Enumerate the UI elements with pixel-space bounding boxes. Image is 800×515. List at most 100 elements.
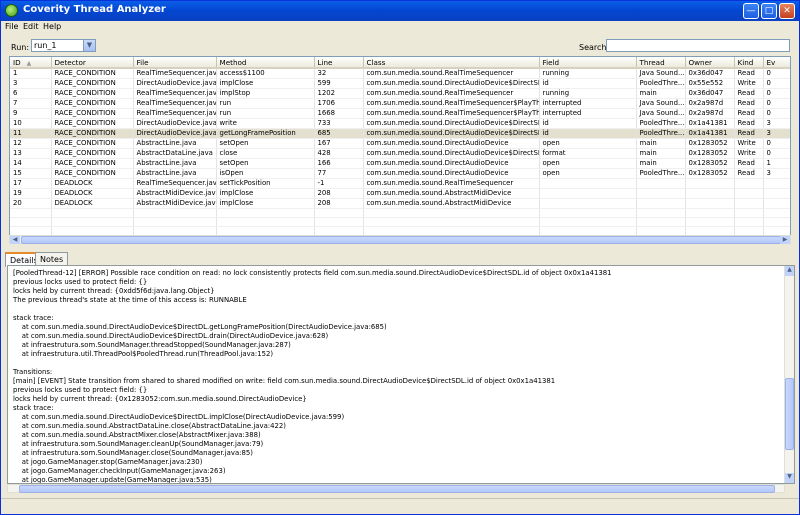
- table-row[interactable]: 12 RACE_CONDITION AbstractLine.java setOpen…: [10, 138, 790, 149]
- column-header[interactable]: Method: [216, 57, 315, 69]
- table-row[interactable]: 13 RACE_CONDITION AbstractDataLine.java clo…: [10, 148, 790, 159]
- empty-row: [10, 208, 790, 218]
- sort-ascending-icon[interactable]: ▲: [27, 60, 32, 67]
- column-header-label: Class: [366, 57, 386, 67]
- table-row[interactable]: 19 DEADLOCK AbstractMidiDevice.java implClo…: [10, 188, 790, 199]
- details-line: locks held by current thread: {0xdd5f6d:…: [13, 287, 215, 295]
- table-cell: [636, 178, 686, 189]
- table-row[interactable]: 1 RACE_CONDITION RealTimeSequencer.java acc…: [10, 68, 790, 79]
- table-cell: 3: [10, 78, 52, 89]
- table-row[interactable]: 9 RACE_CONDITION RealTimeSequencer.java run…: [10, 108, 790, 119]
- column-header-label: Kind: [737, 57, 754, 67]
- table-horizontal-scrollbar[interactable]: ◀ ▶: [9, 235, 791, 244]
- table-cell: open: [539, 158, 637, 169]
- table-cell: 0x1283052: [685, 158, 735, 169]
- details-line: [13, 359, 778, 368]
- table-cell: 0x55e552: [685, 78, 735, 89]
- table-row[interactable]: 10 RACE_CONDITION DirectAudioDevice.java wr…: [10, 118, 790, 129]
- table-cell: [636, 198, 686, 209]
- table-cell: implClose: [216, 188, 315, 199]
- table-cell: RealTimeSequencer.java: [133, 178, 217, 189]
- column-header[interactable]: Owner: [685, 57, 735, 69]
- details-line: The previous thread's state at the time …: [13, 296, 247, 304]
- table-cell: 208: [314, 188, 364, 199]
- table-cell: RealTimeSequencer.java: [133, 98, 217, 109]
- table-row[interactable]: 14 RACE_CONDITION AbstractLine.java setOpen…: [10, 158, 790, 169]
- table-cell: id: [539, 118, 637, 129]
- title-bar[interactable]: Coverity Thread Analyzer — □ ✕: [1, 1, 799, 21]
- table-cell: com.sun.media.sound.DirectAudioDevice$Di…: [363, 78, 540, 89]
- scroll-thumb[interactable]: [21, 236, 781, 244]
- table-cell: 167: [314, 138, 364, 149]
- scroll-thumb[interactable]: [785, 378, 794, 450]
- split-divider[interactable]: [1, 246, 799, 250]
- run-label: Run:: [11, 43, 30, 52]
- table-cell: RACE_CONDITION: [51, 98, 134, 109]
- details-text: [PooledThread-12] [ERROR] Possible race …: [13, 269, 778, 483]
- menu-help[interactable]: Help: [43, 22, 61, 31]
- table-cell: interrupted: [539, 108, 637, 119]
- close-button[interactable]: ✕: [779, 3, 795, 19]
- table-row[interactable]: 3 RACE_CONDITION DirectAudioDevice.java imp…: [10, 78, 790, 89]
- details-horizontal-scrollbar[interactable]: [7, 484, 785, 493]
- table-row[interactable]: 17 DEADLOCK RealTimeSequencer.java setTickP…: [10, 178, 790, 189]
- table-cell: 3: [763, 118, 790, 129]
- column-header[interactable]: Ev: [763, 57, 790, 69]
- scroll-right-icon[interactable]: ▶: [780, 236, 790, 244]
- table-cell: [539, 188, 637, 199]
- details-line: at com.sun.media.sound.DirectAudioDevice…: [13, 332, 329, 340]
- column-header[interactable]: ID ▲: [10, 57, 52, 69]
- column-header[interactable]: Kind: [734, 57, 764, 69]
- table-cell: RealTimeSequencer.java: [133, 108, 217, 119]
- scroll-thumb[interactable]: [19, 485, 775, 493]
- table-row[interactable]: 20 DEADLOCK AbstractMidiDevice.java implClo…: [10, 198, 790, 209]
- table-cell: 0x36d047: [685, 68, 735, 79]
- table-cell: Read: [734, 128, 764, 139]
- details-vertical-scrollbar[interactable]: ▲ ▼: [784, 266, 794, 483]
- table-cell: 77: [314, 168, 364, 179]
- table-cell: format: [539, 148, 637, 159]
- table-header: ID ▲ Detector File Method Line Class Field Threa…: [10, 57, 790, 69]
- tab-notes[interactable]: Notes: [35, 252, 69, 266]
- app-window: Coverity Thread Analyzer — □ ✕ File Edit…: [0, 0, 800, 515]
- details-line: locks held by current thread: {0x1283052…: [13, 395, 307, 403]
- menu-file[interactable]: File: [5, 22, 18, 31]
- scroll-left-icon[interactable]: ◀: [10, 236, 20, 244]
- minimize-button[interactable]: —: [743, 3, 759, 19]
- column-header[interactable]: Field: [539, 57, 637, 69]
- table-cell: [763, 188, 790, 199]
- table-cell: RealTimeSequencer.java: [133, 88, 217, 99]
- column-header[interactable]: Class: [363, 57, 540, 69]
- table-row[interactable]: 6 RACE_CONDITION RealTimeSequencer.java imp…: [10, 88, 790, 99]
- chevron-down-icon[interactable]: ▼: [83, 40, 95, 51]
- table-cell: AbstractMidiDevice.java: [133, 198, 217, 209]
- column-header-label: Method: [219, 57, 247, 67]
- column-header[interactable]: Thread: [636, 57, 686, 69]
- column-header-label: File: [136, 57, 149, 67]
- table-cell: DEADLOCK: [51, 178, 134, 189]
- table-cell: com.sun.media.sound.RealTimeSequencer$Pl…: [363, 108, 540, 119]
- search-input[interactable]: [606, 39, 790, 52]
- scroll-down-icon[interactable]: ▼: [785, 473, 794, 483]
- table-cell: implClose: [216, 198, 315, 209]
- table-cell: PooledThre...: [636, 128, 686, 139]
- column-header[interactable]: Detector: [51, 57, 134, 69]
- table-cell: 7: [10, 98, 52, 109]
- scroll-up-icon[interactable]: ▲: [785, 266, 794, 276]
- menu-edit[interactable]: Edit: [23, 22, 39, 31]
- table-cell: 14: [10, 158, 52, 169]
- table-row[interactable]: 7 RACE_CONDITION RealTimeSequencer.java run…: [10, 98, 790, 109]
- table-cell: run: [216, 108, 315, 119]
- table-cell: Write: [734, 138, 764, 149]
- table-cell: 11: [10, 128, 52, 139]
- table-row[interactable]: 11 RACE_CONDITION DirectAudioDevice.java ge…: [10, 128, 790, 139]
- run-dropdown[interactable]: run_1 ▼: [31, 39, 96, 52]
- table-row[interactable]: 15 RACE_CONDITION AbstractLine.java isOpen 7…: [10, 168, 790, 179]
- column-header-label: Field: [542, 57, 560, 67]
- maximize-button[interactable]: □: [761, 3, 777, 19]
- column-header[interactable]: Line: [314, 57, 364, 69]
- column-header[interactable]: File: [133, 57, 217, 69]
- table-cell: open: [539, 138, 637, 149]
- table-cell: Read: [734, 168, 764, 179]
- table-cell: access$1100: [216, 68, 315, 79]
